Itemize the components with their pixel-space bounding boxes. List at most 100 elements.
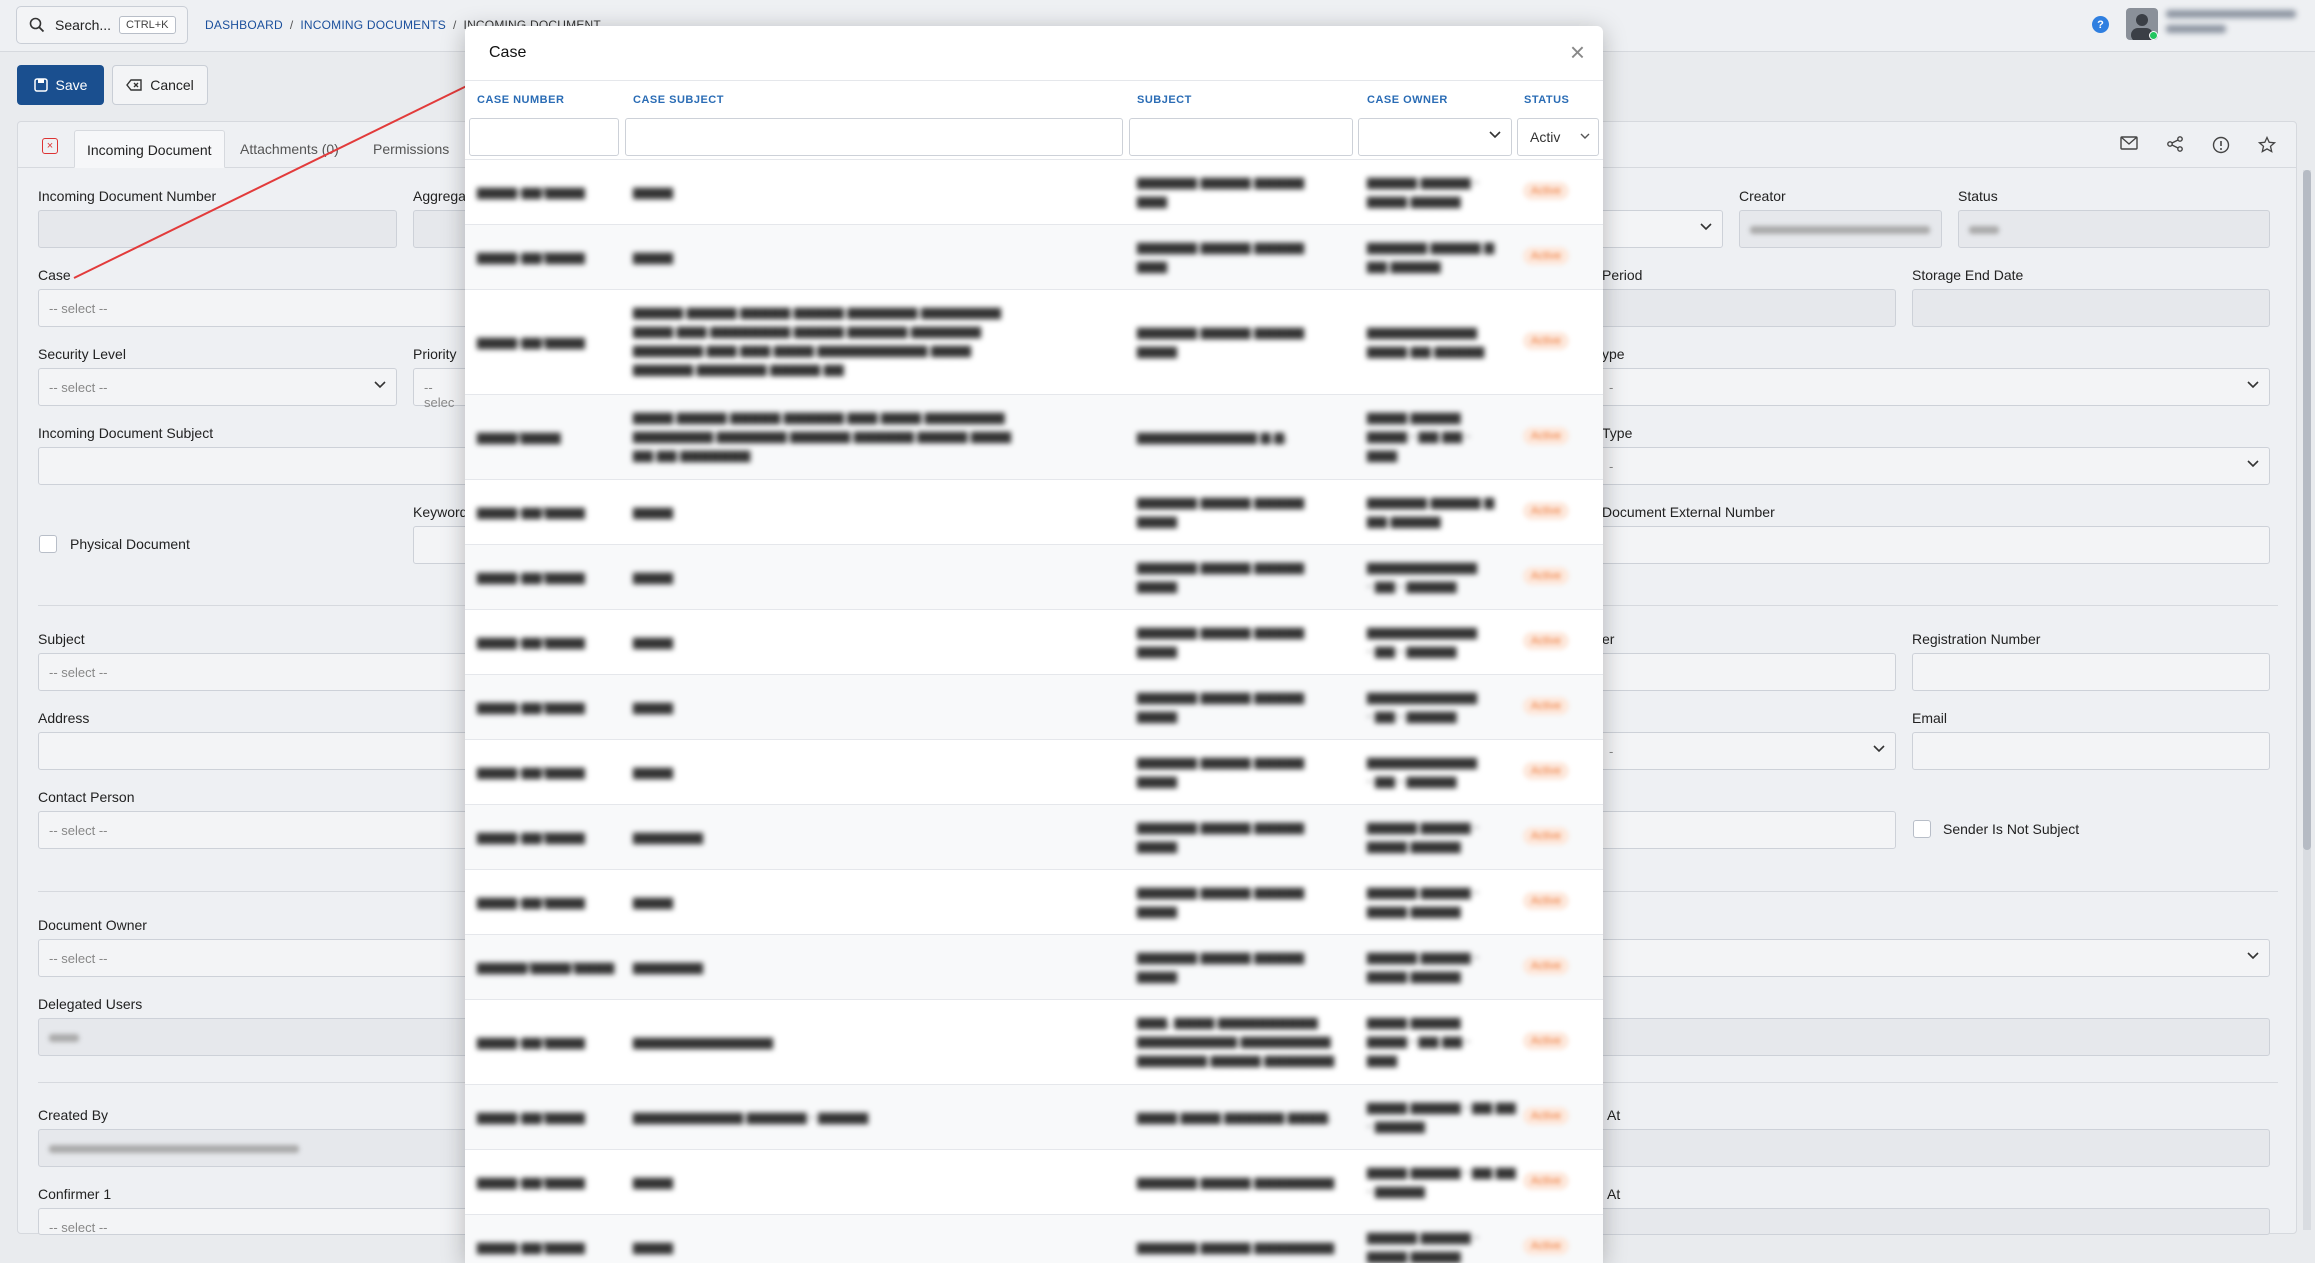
table-row[interactable]: ▆▆▆▆▆/▆▆▆▆/▆▆▆▆ ▆▆▆▆▆▆▆ ▆▆▆▆▆▆ ▆▆▆▆▆ ▆▆▆▆… [465,934,1603,999]
table-row[interactable]: ▆▆▆▆/▆▆▆▆ ▆▆▆▆ ▆▆▆▆▆ ▆▆▆▆▆ ▆▆▆▆▆▆ ▆▆▆ ▆▆… [465,394,1603,479]
search-icon [29,17,45,33]
table-row[interactable]: ▆▆▆▆-▆▆/▆▆▆▆▆▆▆▆ ▆▆▆▆▆▆ ▆▆▆▆▆ ▆▆▆▆▆▆▆▆▆▆… [465,869,1603,934]
chevron-down-icon [2247,381,2259,389]
sender-is-not-subject-checkbox[interactable] [1913,820,1931,838]
close-document-icon[interactable]: × [42,138,58,154]
incoming-document-subject-label: Incoming Document Subject [38,425,214,441]
document-owner-select[interactable]: -- select -- [38,939,478,977]
chevron-down-icon [1580,133,1590,139]
scrollbar-thumb[interactable] [2303,170,2311,850]
partial-select[interactable] [1598,210,1723,248]
chevron-down-icon [1873,745,1885,753]
partial-select-4[interactable] [1598,939,2270,977]
address-field[interactable] [38,732,478,770]
created-by-field [38,1129,478,1167]
divider [465,80,1603,81]
status-filter-value: Activ [1530,129,1561,145]
partial-field-5 [1598,1018,2270,1056]
table-row[interactable]: ▆▆▆▆-▆▆/▆▆▆▆ ▆▆▆▆▆▆▆ ▆▆▆▆▆▆ ▆▆▆▆▆ ▆▆▆▆▆ ▆▆… [465,804,1603,869]
keyword-field[interactable] [413,526,473,564]
avatar[interactable] [2126,8,2158,40]
confirmed-at-field [1598,1208,2270,1235]
priority-placeholder: -- selec [424,380,455,410]
column-subject[interactable]: SUBJECT [1137,94,1192,106]
email-field[interactable] [1912,732,2270,770]
physical-document-checkbox[interactable] [39,535,57,553]
status-label: Status [1958,188,1998,204]
partial-field-3[interactable] [1598,811,1896,849]
save-button[interactable]: Save [17,65,104,105]
aggregate-label: Aggrega [413,188,466,204]
table-row[interactable]: ▆▆▆▆-▆▆/▆▆▆▆▆▆▆▆ ▆▆▆▆▆▆ ▆▆▆▆▆ ▆▆▆▆▆▆▆▆▆▆… [465,1149,1603,1214]
table-row[interactable]: ▆▆▆▆-▆▆/▆▆▆▆▆▆▆▆ ▆▆▆▆▆▆ ▆▆▆▆▆ ▆▆▆▆▆▆▆▆▆▆… [465,609,1603,674]
tab-incoming-document[interactable]: Incoming Document [74,130,225,168]
column-case-owner[interactable]: CASE OWNER [1367,94,1448,106]
column-status[interactable]: STATUS [1524,94,1569,106]
table-row[interactable]: ▆▆▆▆-▆▆/▆▆▆▆ ▆▆▆▆▆ ▆▆▆▆▆ ▆▆▆▆▆ ▆▆▆▆▆ ▆▆▆… [465,289,1603,394]
help-icon[interactable]: ? [2092,16,2109,33]
page-scrollbar[interactable] [2303,170,2311,1230]
breadcrumb-incoming-documents[interactable]: INCOMING DOCUMENTS [300,18,446,32]
contact-person-select[interactable]: -- select -- [38,811,478,849]
keyword-label: Keyword [413,504,468,520]
priority-select[interactable]: -- selec [413,368,473,410]
filter-case-owner[interactable] [1358,118,1512,156]
table-row[interactable]: ▆▆▆▆-▆▆/▆▆▆▆▆▆▆▆ ▆▆▆▆▆▆ ▆▆▆▆▆ ▆▆▆▆▆▆▆▆▆▆… [465,544,1603,609]
priority-label: Priority [413,346,457,362]
security-level-select[interactable]: -- select -- [38,368,397,406]
table-row[interactable]: ▆▆▆▆-▆▆/▆▆▆▆ ▆▆▆▆▆▆▆▆▆▆▆ ▆▆▆▆▆▆ - ▆▆▆▆▆ ▆… [465,1084,1603,1149]
filter-case-number[interactable] [469,118,619,156]
subject-select[interactable]: -- select -- [38,653,478,691]
storage-end-date-label: Storage End Date [1912,267,2024,283]
star-icon[interactable] [2258,136,2276,154]
storage-end-date-field [1912,289,2270,327]
security-level-label: Security Level [38,346,126,362]
contact-person-placeholder: -- select -- [49,823,108,838]
tab-permissions[interactable]: Permissions [361,130,461,168]
filter-status[interactable]: Activ [1517,118,1599,156]
table-row[interactable]: ▆▆▆▆-▆▆/▆▆▆▆▆▆▆▆ ▆▆▆▆▆▆ ▆▆▆▆▆ ▆▆▆▆▆▆▆▆▆▆… [465,674,1603,739]
incoming-document-subject-field[interactable] [38,447,478,485]
close-icon[interactable]: × [1570,39,1585,65]
mail-icon[interactable] [2120,136,2138,150]
creator-field [1739,210,1942,248]
partial-select-2[interactable]: - [1598,732,1896,770]
share-icon[interactable] [2166,136,2184,152]
incoming-document-number-field [38,210,397,248]
case-select[interactable]: -- select -- [38,289,478,327]
table-row[interactable]: ▆▆▆▆-▆▆/▆▆▆▆▆▆▆▆ ▆▆▆▆▆▆ ▆▆▆▆▆ ▆▆▆▆▆▆▆▆▆▆… [465,479,1603,544]
table-row[interactable]: ▆▆▆▆-▆▆/▆▆▆▆▆▆▆▆ ▆▆▆▆▆▆ ▆▆▆▆▆ ▆▆▆▆▆▆▆▆▆▆… [465,224,1603,289]
table-row[interactable]: ▆▆▆▆-▆▆/▆▆▆▆▆▆▆▆ ▆▆▆▆▆▆ ▆▆▆▆▆ ▆▆▆▆▆▆▆▆▆▆… [465,1214,1603,1263]
sender-is-not-subject-label: Sender Is Not Subject [1943,821,2080,837]
column-case-number[interactable]: CASE NUMBER [477,94,564,106]
modal-title: Case [489,44,527,61]
user-menu[interactable] [2166,10,2306,38]
document-external-number-field[interactable] [1598,526,2270,564]
tab-attachments[interactable]: Attachments (0) [228,130,351,168]
case-picker-modal: Case × CASE NUMBER CASE SUBJECT SUBJECT … [465,26,1603,1263]
type-select[interactable]: - [1598,368,2270,406]
table-row[interactable]: ▆▆▆▆-▆▆/▆▆▆▆▆▆▆▆ ▆▆▆▆▆▆ ▆▆▆▆▆ ▆▆▆▆▆▆▆▆▆▆… [465,159,1603,224]
backspace-icon [126,79,142,91]
cancel-button[interactable]: Cancel [112,65,208,105]
delegated-users-label: Delegated Users [38,996,143,1012]
global-search[interactable]: Search... CTRL+K [16,6,188,44]
column-case-subject[interactable]: CASE SUBJECT [633,94,724,106]
table-row[interactable]: ▆▆▆▆-▆▆/▆▆▆▆ ▆▆▆▆▆▆▆▆▆▆▆▆▆▆ ▆▆▆, ▆▆▆▆ ▆▆▆… [465,999,1603,1084]
filter-case-subject[interactable] [625,118,1123,156]
document-type-value: - [1609,459,1614,474]
created-at-field [1598,1129,2270,1167]
document-type-select[interactable]: - [1598,447,2270,485]
confirmer-1-select[interactable]: -- select -- [38,1208,478,1235]
breadcrumb-dashboard[interactable]: DASHBOARD [205,18,283,32]
registration-number-field[interactable] [1912,653,2270,691]
sender-number-field[interactable] [1598,653,1896,691]
case-table: ▆▆▆▆-▆▆/▆▆▆▆ ▆▆▆▆ ▆▆▆▆▆▆ ▆▆▆▆▆ ▆▆▆▆▆ ▆▆▆ ▆▆… [465,159,1603,1263]
cancel-label: Cancel [150,77,194,93]
info-icon[interactable] [2212,136,2230,154]
document-owner-label: Document Owner [38,917,147,933]
table-row[interactable]: ▆▆▆▆-▆▆/▆▆▆▆▆▆▆▆ ▆▆▆▆▆▆ ▆▆▆▆▆ ▆▆▆▆▆▆▆▆▆▆… [465,739,1603,804]
status-field [1958,210,2270,248]
filter-subject[interactable] [1129,118,1353,156]
delegated-users-field [38,1018,478,1056]
